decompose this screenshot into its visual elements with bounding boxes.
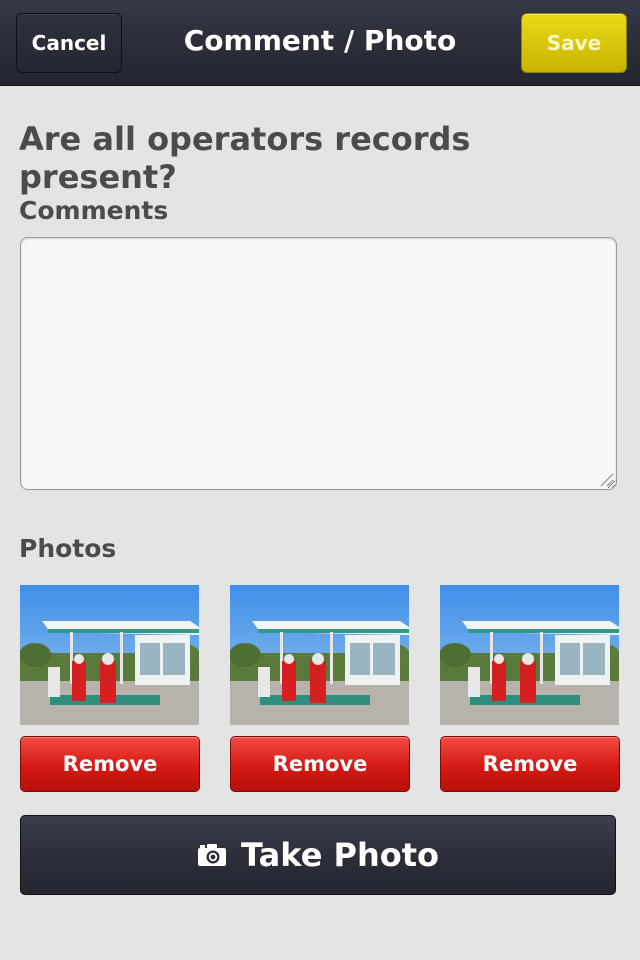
page-title: Comment / Photo: [183, 24, 457, 57]
comments-textarea[interactable]: [20, 237, 617, 490]
comments-label: Comments: [19, 196, 169, 225]
camera-icon: [197, 843, 227, 867]
remove-photo-button[interactable]: Remove: [230, 736, 410, 792]
photo-thumbnail[interactable]: [20, 585, 199, 725]
remove-photo-button[interactable]: Remove: [440, 736, 620, 792]
save-button[interactable]: Save: [521, 13, 627, 73]
gas-station-photo: [20, 585, 199, 725]
photo-thumbnail[interactable]: [230, 585, 409, 725]
resize-grip-icon[interactable]: [598, 471, 614, 487]
photos-label: Photos: [19, 534, 117, 563]
gas-station-photo: [440, 585, 619, 725]
take-photo-label: Take Photo: [240, 836, 440, 874]
photo-thumbnail[interactable]: [440, 585, 619, 725]
navigation-bar: Cancel Comment / Photo Save: [0, 0, 640, 86]
gas-station-photo: [230, 585, 409, 725]
cancel-button[interactable]: Cancel: [16, 13, 122, 73]
take-photo-button[interactable]: Take Photo: [20, 815, 616, 895]
remove-photo-button[interactable]: Remove: [20, 736, 200, 792]
question-text: Are all operators records present?: [19, 120, 471, 196]
